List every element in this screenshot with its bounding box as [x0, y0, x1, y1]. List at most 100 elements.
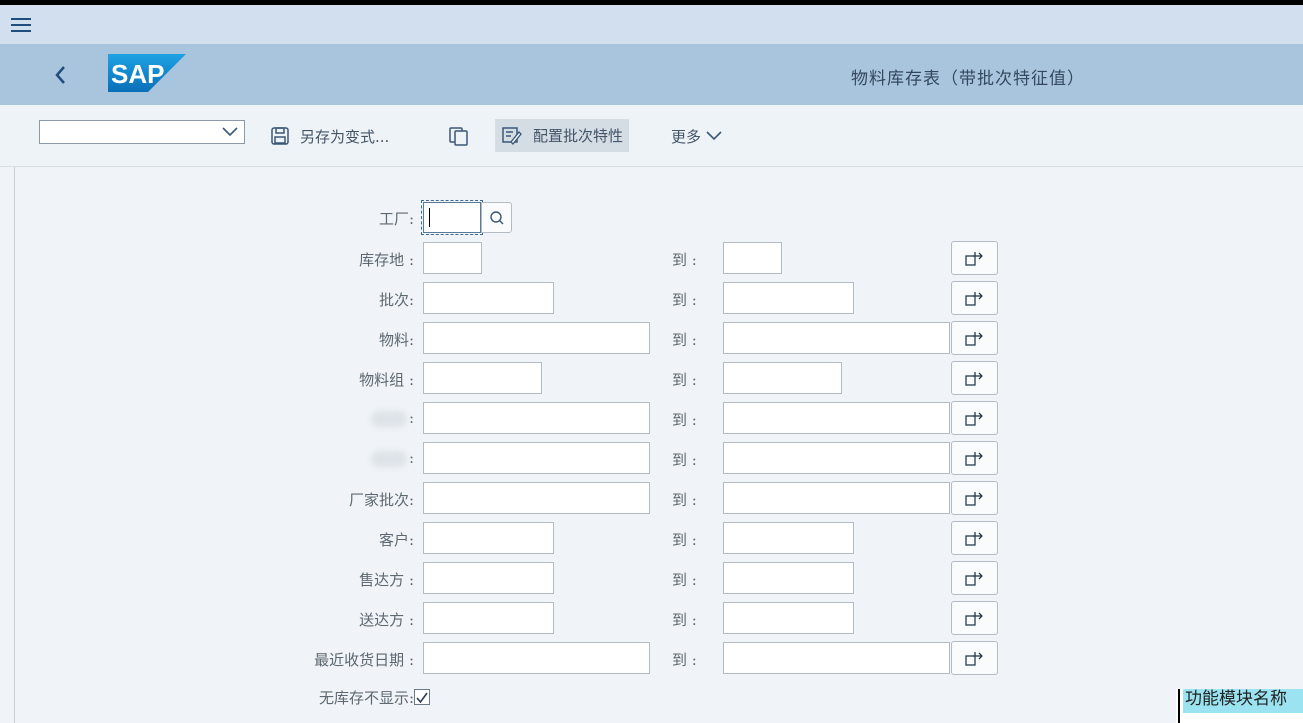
edit-icon — [502, 126, 522, 145]
to-label: 到 : — [672, 411, 697, 429]
range-to-input[interactable] — [723, 602, 854, 634]
field-label: : — [370, 449, 414, 467]
range-row: 物料组 : 到 : — [15, 361, 1303, 395]
range-row: 送达方 : 到 : — [15, 601, 1303, 635]
shell-header: SAP 物料库存表（带批次特征值） — [0, 44, 1303, 105]
no-stock-checkbox[interactable] — [414, 689, 430, 705]
range-from-input[interactable] — [423, 482, 650, 514]
back-button[interactable] — [48, 62, 74, 88]
range-row: : 到 : — [15, 441, 1303, 475]
to-label: 到 : — [672, 451, 697, 469]
menu-bar — [0, 5, 1303, 44]
range-from-input[interactable] — [423, 402, 650, 434]
range-to-input[interactable] — [723, 522, 854, 554]
more-menu[interactable]: 更多 — [671, 121, 723, 151]
sap-logo: SAP — [108, 54, 186, 96]
multiple-selection-button[interactable] — [951, 641, 998, 675]
range-from-input[interactable] — [423, 322, 650, 354]
range-row: 库存地 : 到 : — [15, 241, 1303, 275]
range-row: 批次: 到 : — [15, 281, 1303, 315]
to-label: 到 : — [672, 251, 697, 269]
range-row: 物料: 到 : — [15, 321, 1303, 355]
redacted-label — [370, 411, 407, 427]
status-cell: 功能模块名称 — [1176, 689, 1303, 723]
multiple-selection-button[interactable] — [951, 441, 998, 475]
range-to-input[interactable] — [723, 282, 854, 314]
multiple-selection-icon — [965, 372, 983, 386]
copy-icon — [449, 127, 468, 146]
plant-label: 工厂: — [378, 210, 414, 228]
multiple-selection-button[interactable] — [951, 561, 998, 595]
field-label: 库存地 : — [359, 249, 414, 270]
range-to-input[interactable] — [723, 482, 950, 514]
to-label: 到 : — [672, 651, 697, 669]
range-from-input[interactable] — [423, 242, 482, 274]
multiple-selection-icon — [965, 652, 983, 666]
plant-search-button[interactable] — [481, 202, 512, 233]
no-stock-label: 无库存不显示: — [318, 689, 414, 707]
range-from-input[interactable] — [423, 442, 650, 474]
multiple-selection-button[interactable] — [951, 241, 998, 275]
to-label: 到 : — [672, 531, 697, 549]
range-from-input[interactable] — [423, 642, 650, 674]
variant-select[interactable] — [39, 120, 245, 144]
multiple-selection-button[interactable] — [951, 361, 998, 395]
field-label: 厂家批次: — [349, 489, 414, 510]
field-label-text: 物料组 : — [359, 371, 414, 389]
range-to-input[interactable] — [723, 562, 854, 594]
range-to-input[interactable] — [723, 402, 950, 434]
save-as-variant-button[interactable]: 另存为变式... — [270, 121, 389, 151]
range-row: 最近收货日期 : 到 : — [15, 641, 1303, 675]
range-to-input[interactable] — [723, 242, 782, 274]
range-to-input[interactable] — [723, 442, 950, 474]
multiple-selection-button[interactable] — [951, 521, 998, 555]
field-label: 批次: — [379, 289, 414, 310]
field-label: 物料: — [379, 329, 414, 350]
field-label: 客户: — [379, 529, 414, 550]
multiple-selection-icon — [965, 412, 983, 426]
range-from-input[interactable] — [423, 562, 554, 594]
range-to-input[interactable] — [723, 322, 950, 354]
multiple-selection-button[interactable] — [951, 321, 998, 355]
multiple-selection-button[interactable] — [951, 401, 998, 435]
field-label: : — [370, 409, 414, 427]
plant-input[interactable] — [421, 200, 483, 235]
selection-screen: 工厂: 库存地 :到 : 批次: 到 : 物料: 到 : 物料组 :到 ::到 ::到 :… — [14, 167, 1303, 723]
save-as-variant-label: 另存为变式... — [300, 127, 390, 146]
multiple-selection-icon — [965, 572, 983, 586]
save-icon — [271, 127, 289, 145]
to-label: 到 : — [672, 291, 697, 309]
field-label: 最近收货日期 : — [314, 649, 414, 670]
toolbar: 另存为变式... 配置批次特性 更多 — [0, 105, 1303, 167]
range-from-input[interactable] — [423, 602, 554, 634]
range-from-input[interactable] — [423, 522, 554, 554]
range-from-input[interactable] — [423, 362, 542, 394]
multiple-selection-icon — [965, 532, 983, 546]
field-label-text: 最近收货日期 : — [314, 651, 414, 669]
range-from-input[interactable] — [423, 282, 554, 314]
range-to-input[interactable] — [723, 362, 842, 394]
status-text: 功能模块名称 — [1183, 689, 1303, 713]
field-label-text: : — [408, 409, 414, 427]
multiple-selection-icon — [965, 332, 983, 346]
multiple-selection-icon — [965, 452, 983, 466]
field-label-text: 售达方 : — [359, 571, 414, 589]
multiple-selection-icon — [965, 492, 983, 506]
multiple-selection-icon — [965, 252, 983, 266]
field-label-text: 物料: — [378, 331, 414, 349]
multiple-selection-button[interactable] — [951, 281, 998, 315]
to-label: 到 : — [672, 331, 697, 349]
multiple-selection-button[interactable] — [951, 481, 998, 515]
multiple-selection-button[interactable] — [951, 601, 998, 635]
hamburger-icon[interactable] — [10, 15, 34, 35]
page-title: 物料库存表（带批次特征值） — [851, 69, 1085, 89]
config-batch-button[interactable]: 配置批次特性 — [495, 119, 630, 152]
to-label: 到 : — [672, 571, 697, 589]
chevron-down-icon — [706, 131, 722, 141]
chevron-down-icon — [222, 127, 238, 137]
range-to-input[interactable] — [723, 642, 950, 674]
copy-button[interactable] — [448, 121, 480, 151]
field-label: 售达方 : — [359, 569, 414, 590]
config-batch-label: 配置批次特性 — [533, 127, 624, 145]
redacted-label — [370, 451, 407, 467]
